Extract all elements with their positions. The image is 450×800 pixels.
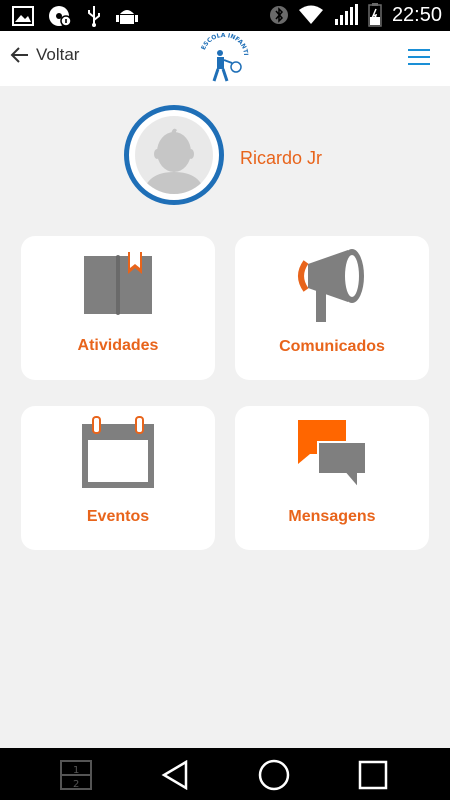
- android-debug-icon: [116, 10, 138, 24]
- user-avatar-icon: [143, 128, 205, 194]
- card-atividades[interactable]: Atividades: [21, 236, 215, 380]
- hamburger-icon: [408, 49, 430, 51]
- svg-text:1: 1: [73, 765, 79, 776]
- card-comunicados[interactable]: Comunicados: [235, 236, 429, 380]
- card-eventos[interactable]: Eventos: [21, 406, 215, 550]
- cd-info-icon: [49, 6, 72, 27]
- chat-bubbles-icon: [298, 420, 367, 491]
- back-triangle-icon[interactable]: [160, 760, 190, 790]
- app-bar: Voltar ESCOLA INFANTIL: [0, 31, 450, 86]
- usb-icon: [88, 6, 100, 27]
- back-label: Voltar: [36, 45, 80, 64]
- svg-text:2: 2: [73, 779, 79, 790]
- battery-icon: [368, 3, 382, 27]
- megaphone-icon: [298, 249, 364, 322]
- logo-text: ESCOLA INFANTIL: [198, 33, 249, 56]
- card-label-mensagens: Mensagens: [288, 508, 376, 525]
- home-circle-icon[interactable]: [258, 759, 290, 791]
- wifi-icon: [298, 5, 323, 24]
- card-mensagens[interactable]: Mensagens: [235, 406, 429, 550]
- status-left-icons: [12, 5, 138, 27]
- school-logo-icon: ESCOLA INFANTIL: [198, 33, 249, 82]
- card-label-comunicados: Comunicados: [279, 338, 385, 355]
- back-button[interactable]: Voltar: [10, 45, 79, 65]
- calendar-icon: [82, 416, 154, 488]
- status-bar: 22:50: [0, 0, 450, 31]
- profile-name[interactable]: Ricardo Jr: [240, 148, 322, 169]
- svg-text:ESCOLA INFANTIL: ESCOLA INFANTIL: [198, 33, 249, 56]
- system-nav-bar: 1 2: [0, 748, 450, 800]
- recents-square-icon[interactable]: [358, 760, 388, 790]
- bluetooth-icon: [269, 6, 288, 24]
- card-label-atividades: Atividades: [77, 337, 159, 354]
- arrow-left-icon: [10, 47, 28, 63]
- multi-window-icon[interactable]: 1 2: [60, 760, 92, 790]
- signal-icon: [334, 4, 358, 25]
- status-time: 22:50: [391, 3, 442, 26]
- avatar[interactable]: [124, 105, 224, 205]
- book-bookmark-icon: [84, 252, 152, 315]
- image-icon: [12, 6, 34, 26]
- card-label-eventos: Eventos: [86, 508, 150, 525]
- menu-button[interactable]: [408, 49, 430, 67]
- status-right-icons: 22:50: [269, 3, 442, 27]
